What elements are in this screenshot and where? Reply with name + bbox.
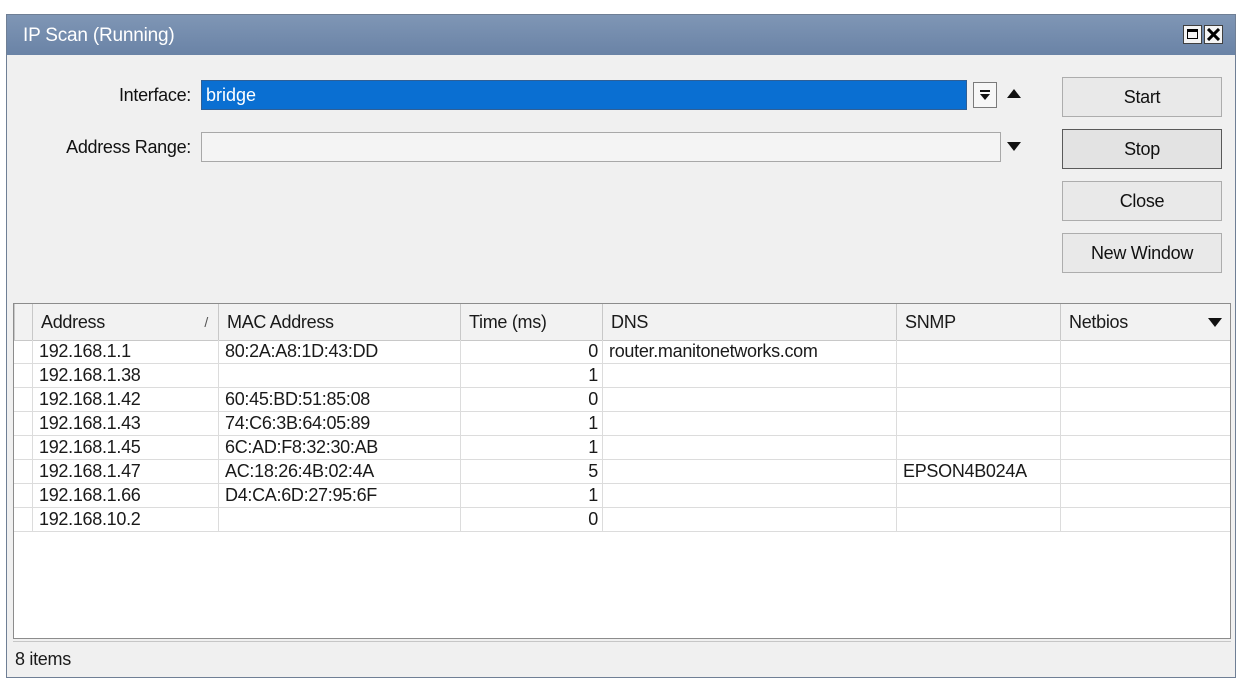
- cell-dns: [602, 436, 896, 460]
- table-row[interactable]: 192.168.1.45 6C:AD:F8:32:30:AB 1: [14, 436, 1230, 460]
- cell-address: 192.168.1.43: [32, 412, 218, 436]
- cell-mac: [218, 364, 460, 388]
- cell-netbios: [1060, 508, 1224, 532]
- cell-address: 192.168.1.1: [32, 340, 218, 364]
- cell-snmp: [896, 364, 1060, 388]
- cell-time: 5: [460, 460, 602, 484]
- cell-dns: [602, 508, 896, 532]
- cell-time: 0: [460, 508, 602, 532]
- restore-icon[interactable]: [1183, 25, 1202, 44]
- scan-results-table: Address / MAC Address Time (ms) DNS SNMP…: [13, 303, 1231, 639]
- sort-icon: /: [204, 314, 208, 330]
- cell-netbios: [1060, 364, 1224, 388]
- cell-mac: 80:2A:A8:1D:43:DD: [218, 340, 460, 364]
- row-selector-header: [14, 304, 32, 340]
- title-bar[interactable]: IP Scan (Running): [7, 15, 1235, 55]
- table-row[interactable]: 192.168.10.2 0: [14, 508, 1230, 532]
- column-header-snmp[interactable]: SNMP: [896, 304, 1060, 340]
- cell-snmp: [896, 484, 1060, 508]
- cell-mac: D4:CA:6D:27:95:6F: [218, 484, 460, 508]
- status-bar: 8 items: [13, 641, 1231, 677]
- row-selector: [14, 508, 32, 532]
- dropdown-arrow-icon: [980, 90, 990, 100]
- cell-dns: [602, 412, 896, 436]
- cell-netbios: [1060, 340, 1224, 364]
- cell-mac: 74:C6:3B:64:05:89: [218, 412, 460, 436]
- cell-dns: [602, 460, 896, 484]
- cell-netbios: [1060, 460, 1224, 484]
- cell-time: 0: [460, 340, 602, 364]
- close-icon[interactable]: [1204, 25, 1223, 44]
- cell-address: 192.168.1.42: [32, 388, 218, 412]
- expand-down-icon[interactable]: [1007, 142, 1021, 151]
- window-title: IP Scan (Running): [23, 25, 175, 46]
- collapse-up-icon[interactable]: [1007, 89, 1021, 98]
- stop-button[interactable]: Stop: [1062, 129, 1222, 169]
- column-header-dns[interactable]: DNS: [602, 304, 896, 340]
- column-header-time[interactable]: Time (ms): [460, 304, 602, 340]
- cell-snmp: [896, 340, 1060, 364]
- row-selector: [14, 460, 32, 484]
- table-row[interactable]: 192.168.1.66 D4:CA:6D:27:95:6F 1: [14, 484, 1230, 508]
- cell-address: 192.168.1.45: [32, 436, 218, 460]
- cell-dns: [602, 388, 896, 412]
- column-header-mac[interactable]: MAC Address: [218, 304, 460, 340]
- address-range-label: Address Range:: [66, 137, 191, 157]
- interface-label: Interface:: [118, 85, 191, 105]
- cell-mac: [218, 508, 460, 532]
- close-button[interactable]: Close: [1062, 181, 1222, 221]
- cell-netbios: [1060, 388, 1224, 412]
- cell-time: 0: [460, 388, 602, 412]
- table-row[interactable]: 192.168.1.38 1: [14, 364, 1230, 388]
- cell-mac: 60:45:BD:51:85:08: [218, 388, 460, 412]
- cell-snmp: [896, 388, 1060, 412]
- start-button[interactable]: Start: [1062, 77, 1222, 117]
- cell-mac: 6C:AD:F8:32:30:AB: [218, 436, 460, 460]
- cell-mac: AC:18:26:4B:02:4A: [218, 460, 460, 484]
- cell-netbios: [1060, 484, 1224, 508]
- table-row[interactable]: 192.168.1.43 74:C6:3B:64:05:89 1: [14, 412, 1230, 436]
- cell-time: 1: [460, 436, 602, 460]
- cell-time: 1: [460, 412, 602, 436]
- table-header: Address / MAC Address Time (ms) DNS SNMP…: [14, 304, 1230, 341]
- address-range-field[interactable]: [201, 132, 1001, 162]
- table-row[interactable]: 192.168.1.42 60:45:BD:51:85:08 0: [14, 388, 1230, 412]
- cell-snmp: [896, 412, 1060, 436]
- column-header-address[interactable]: Address /: [32, 304, 218, 340]
- table-row[interactable]: 192.168.1.47 AC:18:26:4B:02:4A 5 EPSON4B024…: [14, 460, 1230, 484]
- cell-snmp: [896, 436, 1060, 460]
- row-selector: [14, 436, 32, 460]
- cell-address: 192.168.1.47: [32, 460, 218, 484]
- row-selector: [14, 388, 32, 412]
- row-selector: [14, 484, 32, 508]
- cell-address: 192.168.1.38: [32, 364, 218, 388]
- row-selector: [14, 412, 32, 436]
- row-selector: [14, 340, 32, 364]
- column-header-label: Address: [41, 312, 105, 332]
- interface-field[interactable]: bridge: [201, 80, 967, 110]
- cell-time: 1: [460, 364, 602, 388]
- table-row[interactable]: 192.168.1.1 80:2A:A8:1D:43:DD 0 router.mani…: [14, 340, 1230, 364]
- cell-time: 1: [460, 484, 602, 508]
- cell-netbios: [1060, 412, 1224, 436]
- cell-address: 192.168.10.2: [32, 508, 218, 532]
- cell-dns: [602, 484, 896, 508]
- row-selector: [14, 364, 32, 388]
- cell-dns: router.manitonetworks.com: [602, 340, 896, 364]
- ip-scan-window: IP Scan (Running) Interface: bridge Addr…: [6, 14, 1236, 678]
- cell-netbios: [1060, 436, 1224, 460]
- new-window-button[interactable]: New Window: [1062, 233, 1222, 273]
- cell-address: 192.168.1.66: [32, 484, 218, 508]
- item-count: 8 items: [15, 649, 71, 669]
- cell-snmp: [896, 508, 1060, 532]
- cell-dns: [602, 364, 896, 388]
- interface-dropdown-button[interactable]: [973, 82, 997, 108]
- column-header-netbios[interactable]: Netbios: [1060, 304, 1224, 340]
- column-menu-icon[interactable]: [1208, 318, 1222, 327]
- cell-snmp: EPSON4B024A: [896, 460, 1060, 484]
